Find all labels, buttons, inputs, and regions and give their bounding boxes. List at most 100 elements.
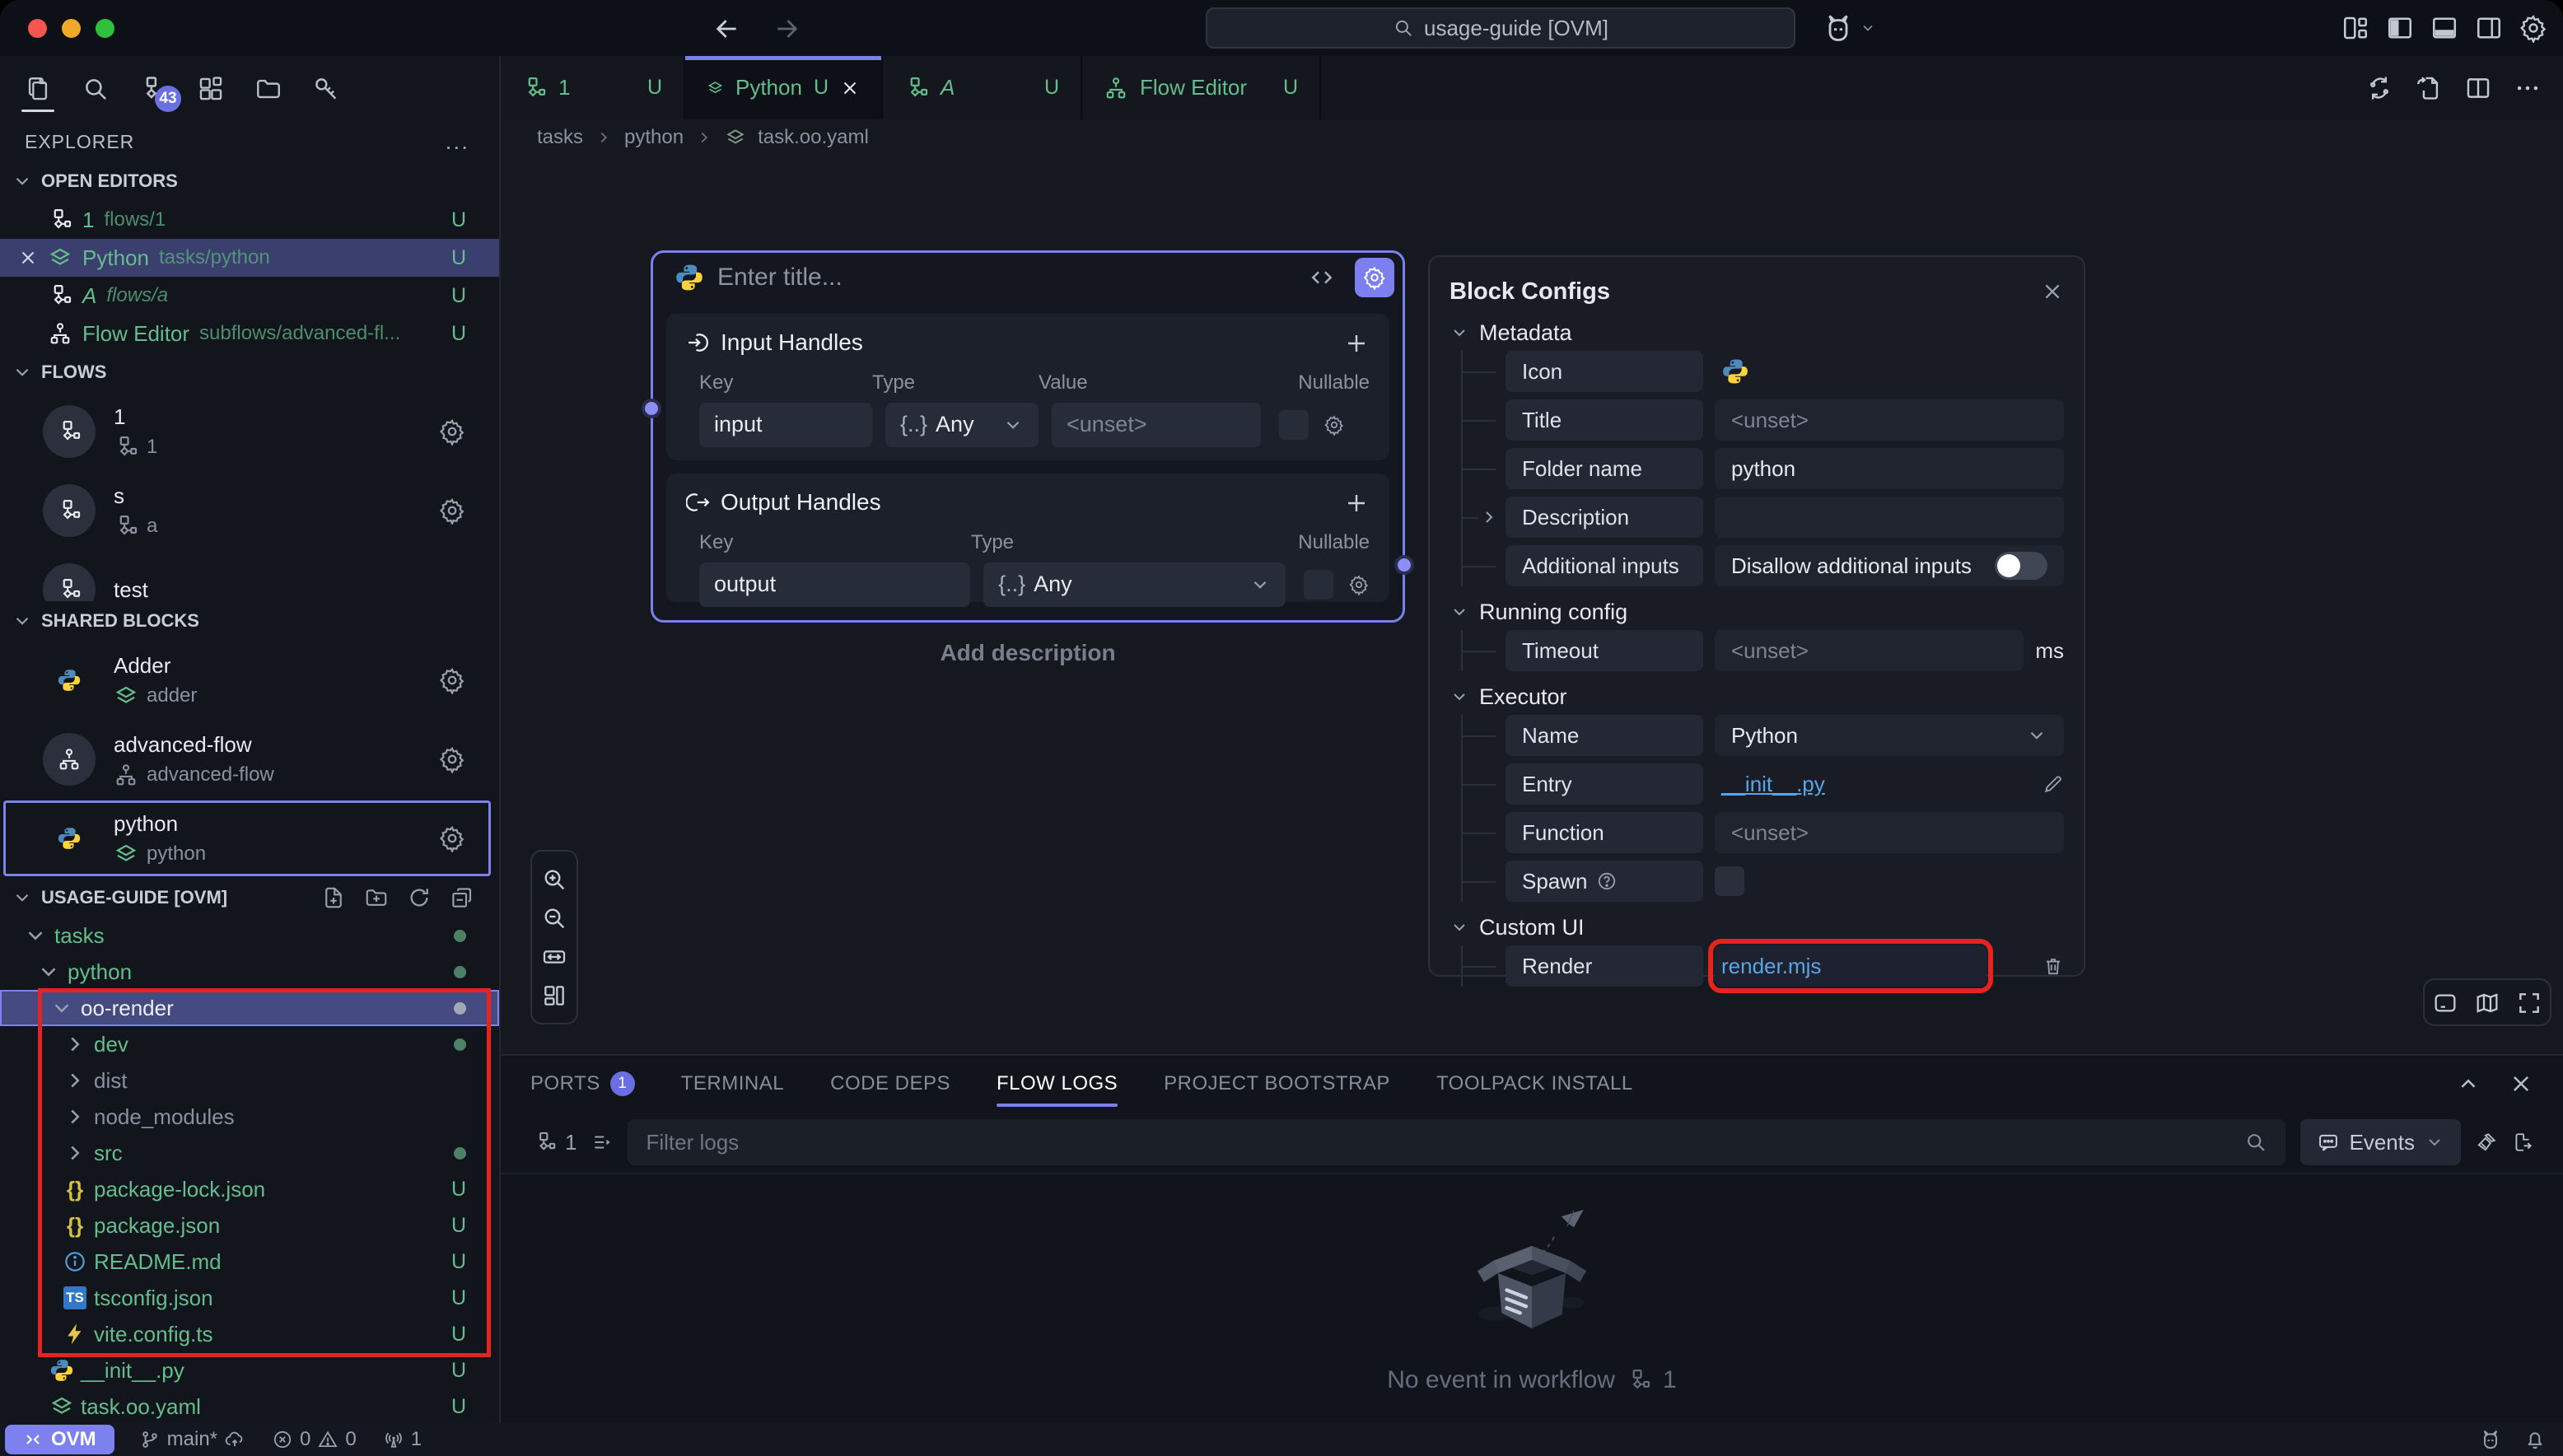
activity-secrets-button[interactable] — [308, 64, 344, 114]
remote-indicator[interactable]: OVM — [5, 1425, 114, 1454]
handle-settings-button[interactable] — [1348, 574, 1370, 595]
tree-item[interactable]: {} package.json U — [0, 1207, 499, 1244]
chevron-right-icon[interactable] — [1479, 507, 1499, 527]
input-connector[interactable] — [642, 399, 661, 418]
block-settings-button[interactable] — [438, 666, 466, 694]
fit-view-button[interactable] — [541, 943, 567, 970]
breadcrumb-item[interactable]: python — [624, 126, 684, 149]
flows-header[interactable]: FLOWS — [0, 352, 499, 392]
git-branch-item[interactable]: main* — [139, 1428, 245, 1451]
filter-logs-input[interactable] — [646, 1130, 2243, 1155]
toggle-sidebar-button[interactable] — [2385, 13, 2415, 43]
block-settings-button[interactable] — [438, 745, 466, 773]
toggle-secondary-sidebar-button[interactable] — [2474, 13, 2504, 43]
nullable-checkbox[interactable] — [1279, 410, 1309, 440]
add-input-button[interactable] — [1343, 329, 1370, 357]
ports-item[interactable]: 1 — [383, 1428, 422, 1451]
close-icon[interactable] — [18, 248, 38, 268]
toggle-panel-button[interactable] — [2430, 13, 2459, 43]
handle-settings-button[interactable] — [1324, 414, 1345, 436]
open-editor-item[interactable]: 1 flows/1 U — [0, 201, 499, 239]
zoom-out-button[interactable] — [541, 904, 567, 931]
custom-ui-section-header[interactable]: Custom UI — [1450, 909, 2064, 945]
fullscreen-button[interactable] — [2516, 988, 2542, 1015]
close-tab-icon[interactable] — [840, 78, 860, 98]
flow-settings-button[interactable] — [438, 497, 466, 525]
breadcrumb-file[interactable]: task.oo.yaml — [758, 126, 869, 149]
collapse-folders-button[interactable] — [450, 885, 474, 910]
add-description-button[interactable]: Add description — [651, 640, 1405, 666]
input-key-field[interactable]: input — [699, 403, 872, 447]
open-preview-button[interactable] — [2415, 73, 2443, 101]
maximize-window-button[interactable] — [96, 19, 114, 38]
editor-tab[interactable]: 1 U — [501, 56, 685, 119]
maximize-panel-button[interactable] — [2456, 1071, 2481, 1096]
shared-blocks-header[interactable]: SHARED BLOCKS — [0, 601, 499, 641]
clear-logs-button[interactable] — [2476, 1132, 2497, 1153]
panel-tab[interactable]: PROJECT BOOTSTRAP — [1164, 1056, 1390, 1112]
toggle-console-button[interactable] — [2432, 988, 2458, 1015]
flow-item[interactable]: test — [0, 550, 499, 601]
output-connector[interactable] — [1394, 555, 1414, 575]
shared-block-item[interactable]: python python — [0, 799, 499, 878]
history-back-button[interactable] — [713, 13, 741, 42]
search-icon[interactable] — [2244, 1131, 2267, 1154]
events-dropdown[interactable]: Events — [2300, 1119, 2462, 1165]
editor-more-actions-button[interactable] — [2514, 73, 2542, 101]
code-icon[interactable] — [1309, 264, 1335, 291]
workspace-header[interactable]: USAGE-GUIDE [OVM] — [0, 878, 499, 917]
tree-item[interactable]: python — [0, 954, 499, 990]
flow-scope-selector[interactable]: 1 — [534, 1130, 577, 1155]
notifications-bell-button[interactable] — [2523, 1428, 2547, 1452]
tree-item[interactable]: dev — [0, 1026, 499, 1062]
panel-tab[interactable]: CODE DEPS — [830, 1056, 950, 1112]
output-key-field[interactable]: output — [699, 562, 970, 607]
running-config-section-header[interactable]: Running config — [1450, 594, 2064, 630]
function-input[interactable]: <unset> — [1715, 812, 2064, 853]
tree-item[interactable]: src — [0, 1135, 499, 1171]
tree-item[interactable]: README.md U — [0, 1244, 499, 1280]
export-logs-button[interactable] — [2512, 1132, 2533, 1153]
add-output-button[interactable] — [1343, 488, 1370, 516]
tree-item[interactable]: oo-render — [0, 990, 499, 1026]
node-settings-button[interactable] — [1355, 258, 1394, 297]
block-settings-button[interactable] — [438, 824, 466, 852]
shared-block-item[interactable]: Adder adder — [0, 641, 499, 720]
log-level-button[interactable] — [591, 1132, 613, 1153]
panel-tab[interactable]: PORTS 1 — [530, 1056, 635, 1112]
sync-changes-button[interactable] — [2365, 73, 2393, 101]
open-editors-header[interactable]: OPEN EDITORS — [0, 161, 499, 201]
tree-item[interactable]: dist — [0, 1062, 499, 1099]
output-type-select[interactable]: {..} Any — [983, 562, 1286, 607]
refresh-explorer-button[interactable] — [407, 885, 432, 910]
close-panel-icon[interactable] — [2041, 280, 2064, 303]
problems-item[interactable]: 0 0 — [272, 1428, 357, 1451]
tree-item[interactable]: TS tsconfig.json U — [0, 1280, 499, 1316]
input-type-select[interactable]: {..} Any — [885, 403, 1039, 447]
new-file-button[interactable] — [321, 885, 346, 910]
activity-search-button[interactable] — [77, 64, 114, 114]
open-editor-item[interactable]: Python tasks/python U — [0, 239, 499, 277]
zoom-in-button[interactable] — [541, 866, 567, 893]
executor-name-select[interactable]: Python — [1715, 715, 2064, 756]
node-title-input[interactable] — [717, 264, 1296, 292]
customize-layout-button[interactable] — [2341, 13, 2370, 43]
tree-item[interactable]: tasks — [0, 917, 499, 954]
breadcrumb-item[interactable]: tasks — [537, 126, 583, 149]
split-editor-button[interactable] — [2464, 73, 2492, 101]
panel-tab[interactable]: TERMINAL — [681, 1056, 784, 1112]
icon-value[interactable] — [1715, 351, 2064, 392]
activity-folder-button[interactable] — [250, 64, 287, 114]
overview-button[interactable] — [541, 982, 567, 1009]
input-value-field[interactable]: <unset> — [1052, 403, 1261, 447]
description-input[interactable] — [1715, 497, 2064, 538]
explorer-more-button[interactable]: ... — [446, 128, 469, 155]
editor-tab[interactable]: Python U — [685, 56, 883, 119]
metadata-section-header[interactable]: Metadata — [1450, 315, 2064, 351]
entry-value[interactable]: __init__.py — [1715, 763, 2031, 805]
tree-item[interactable]: node_modules — [0, 1099, 499, 1135]
spawn-checkbox[interactable] — [1715, 866, 1744, 896]
additional-inputs-toggle[interactable] — [1995, 552, 2047, 580]
settings-gear-button[interactable] — [2519, 13, 2548, 43]
command-center-search[interactable]: usage-guide [OVM] — [1206, 7, 1795, 49]
